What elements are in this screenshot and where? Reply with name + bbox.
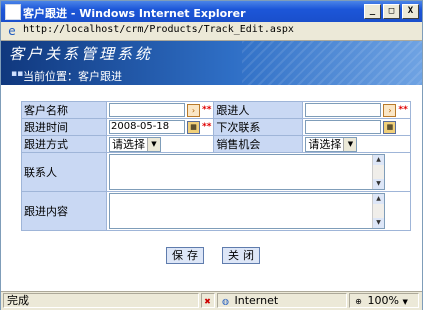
window-title: 客户跟进 - Windows Internet Explorer (23, 7, 246, 20)
ie-page-icon: e (8, 24, 16, 38)
follower-input[interactable] (305, 103, 382, 117)
customer-name-input[interactable] (109, 103, 185, 117)
next-contact-cell: ▦ (302, 118, 411, 136)
method-select-value: 请选择 (112, 137, 145, 151)
method-cell: 请选择 ▼ (105, 135, 215, 153)
location-icon: ▪▪ (11, 69, 24, 79)
zone-cell: ◍ Internet (217, 293, 347, 308)
globe-icon: ◍ (222, 296, 229, 306)
scroll-down-icon[interactable]: ▼ (373, 179, 384, 189)
contact-cell: ▲ ▼ (106, 152, 411, 192)
zoom-level: 100% (367, 294, 399, 307)
button-row: 保存 关闭 (1, 247, 422, 267)
breadcrumb: 当前位置：客户跟进 (23, 70, 122, 83)
opportunity-select[interactable]: 请选择 ▼ (305, 136, 358, 152)
app-icon (5, 4, 21, 20)
status-bar: 完成 ✖ ◍ Internet ⊕ 100% ▼ (1, 291, 422, 310)
required-mark: ** (398, 105, 408, 115)
window-controls: _ □ X (364, 4, 419, 19)
status-text: 完成 (3, 293, 199, 308)
method-label: 跟进方式 (21, 135, 107, 153)
required-mark: ** (202, 122, 212, 132)
contact-label: 联系人 (21, 152, 107, 192)
follower-cell: › ** (302, 101, 411, 119)
next-contact-input[interactable] (305, 120, 382, 134)
app-banner: 客户关系管理系统 ▪▪ 当前位置：客户跟进 (1, 41, 422, 85)
close-button[interactable]: X (402, 4, 419, 19)
address-bar[interactable]: e http://localhost/crm/Products/Track_Ed… (1, 22, 422, 41)
form-row: 跟进方式 请选择 ▼ 销售机会 请选择 ▼ (21, 135, 411, 153)
page-content: 客户名称 › ** 跟进人 › ** 跟进时间 2008-05-18 ▦ ** 下次联系… (1, 85, 422, 291)
customer-name-cell: › ** (105, 101, 215, 119)
scrollbar[interactable]: ▲ ▼ (372, 194, 384, 228)
zone-text: Internet (234, 294, 279, 307)
opportunity-cell: 请选择 ▼ (302, 135, 411, 153)
contact-textarea[interactable]: ▲ ▼ (109, 154, 385, 190)
follower-label: 跟进人 (213, 101, 304, 119)
calendar-icon[interactable]: ▦ (383, 120, 397, 134)
chevron-down-icon[interactable]: ▼ (343, 137, 357, 151)
close-form-button[interactable]: 关闭 (222, 247, 260, 264)
zoom-icon: ⊕ (355, 296, 362, 306)
track-edit-form: 客户名称 › ** 跟进人 › ** 跟进时间 2008-05-18 ▦ ** 下次联系… (21, 101, 411, 231)
save-button[interactable]: 保存 (166, 247, 204, 264)
follow-time-cell: 2008-05-18 ▦ ** (105, 118, 215, 136)
chevron-down-icon[interactable]: ▼ (402, 298, 407, 306)
content-label: 跟进内容 (21, 191, 107, 231)
scroll-up-icon[interactable]: ▲ (373, 155, 384, 165)
scroll-up-icon[interactable]: ▲ (373, 194, 384, 204)
minimize-button[interactable]: _ (364, 4, 381, 19)
opportunity-label: 销售机会 (213, 135, 304, 153)
follow-time-label: 跟进时间 (21, 118, 107, 136)
form-row: 客户名称 › ** 跟进人 › ** (21, 101, 411, 119)
calendar-icon[interactable]: ▦ (187, 120, 200, 134)
form-row: 跟进内容 ▲ ▼ (21, 191, 411, 231)
form-row: 跟进时间 2008-05-18 ▦ ** 下次联系 ▦ (21, 118, 411, 136)
follow-time-input[interactable]: 2008-05-18 (109, 120, 185, 134)
app-brand: 客户关系管理系统 (9, 45, 154, 63)
required-mark: ** (202, 105, 212, 115)
banner-decoration (242, 41, 422, 85)
scroll-down-icon[interactable]: ▼ (373, 218, 384, 228)
scrollbar[interactable]: ▲ ▼ (372, 155, 384, 189)
opportunity-select-value: 请选择 (308, 137, 342, 151)
method-select[interactable]: 请选择 ▼ (109, 136, 161, 152)
browser-window: 客户跟进 - Windows Internet Explorer _ □ X e… (0, 0, 423, 310)
next-contact-label: 下次联系 (213, 118, 304, 136)
content-cell: ▲ ▼ (106, 191, 411, 231)
status-cell: ✖ (201, 293, 215, 308)
follower-picker-icon[interactable]: › (383, 103, 397, 117)
content-textarea[interactable]: ▲ ▼ (109, 193, 385, 229)
customer-name-label: 客户名称 (21, 101, 107, 119)
chevron-down-icon[interactable]: ▼ (147, 137, 160, 151)
customer-picker-icon[interactable]: › (187, 103, 200, 117)
maximize-button[interactable]: □ (383, 4, 400, 19)
blocked-icon: ✖ (204, 296, 211, 306)
form-row: 联系人 ▲ ▼ (21, 152, 411, 192)
url-text[interactable]: http://localhost/crm/Products/Track_Edit… (23, 24, 294, 35)
zoom-cell[interactable]: ⊕ 100% ▼ (349, 293, 419, 308)
title-bar[interactable]: 客户跟进 - Windows Internet Explorer _ □ X (1, 1, 422, 22)
